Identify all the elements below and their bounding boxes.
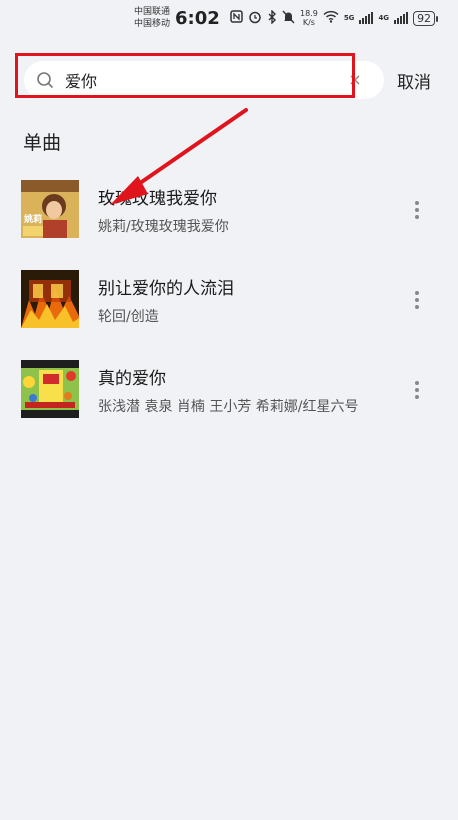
carrier-2: 中国移动 [134,19,171,29]
album-cover [21,360,79,418]
section-title: 单曲 [23,132,62,154]
album-cover: 姚莉 [21,180,79,238]
song-title: 玫瑰玫瑰我爱你 [98,189,217,209]
song-artist: 张浅潜 袁泉 肖楠 王小芳 希莉娜/红星六号 [98,399,359,415]
alarm-icon [248,10,262,27]
song-item[interactable]: 真的爱你 张浅潜 袁泉 肖楠 王小芳 希莉娜/红星六号 [0,360,458,436]
svg-text:姚莉: 姚莉 [23,213,42,225]
song-item[interactable]: 别让爱你的人流泪 轮回/创造 [0,270,458,346]
song-title: 真的爱你 [98,369,166,389]
search-icon [36,71,54,89]
battery-icon: 92 [413,10,439,26]
more-options-icon[interactable] [409,288,425,312]
signal-2-tag: 4G [378,14,390,22]
signal-1-icon [359,12,374,24]
search-input[interactable] [65,67,355,93]
bluetooth-icon [267,8,277,27]
nfc-icon [230,10,243,26]
song-artist: 姚莉/玫瑰玫瑰我爱你 [98,219,229,235]
status-icons: 18.9 K/s 5G 4G 92 [230,8,439,28]
net-speed: 18.9 K/s [300,9,318,27]
status-bar: 中国联通 中国移动 6:02 18.9 K/s 5G 4G 92 [0,0,458,36]
search-box[interactable]: × [24,61,384,99]
album-cover [21,270,79,328]
more-options-icon[interactable] [409,378,425,402]
carrier-labels: 中国联通 中国移动 [134,6,170,30]
mute-bell-icon [282,10,295,27]
more-options-icon[interactable] [409,198,425,222]
song-artist: 轮回/创造 [98,309,159,325]
cancel-button[interactable]: 取消 [397,68,431,93]
song-item[interactable]: 姚莉 玫瑰玫瑰我爱你 姚莉/玫瑰玫瑰我爱你 [0,180,458,256]
clock: 6:02 [175,8,220,29]
song-title: 别让爱你的人流泪 [98,279,234,299]
wifi-icon [323,10,339,26]
clear-icon[interactable]: × [346,71,364,89]
signal-1-tag: 5G [343,14,355,22]
carrier-1: 中国联通 [134,7,171,17]
signal-2-icon [394,12,409,24]
